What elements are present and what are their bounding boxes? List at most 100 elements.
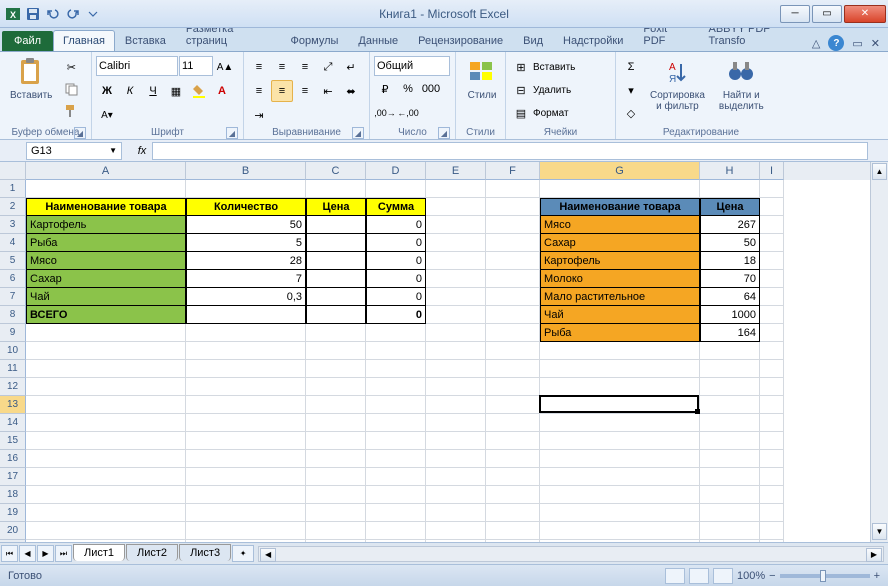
delete-cells-icon[interactable]: ⊟ (510, 79, 532, 101)
sheet-tab-1[interactable]: Лист1 (73, 544, 125, 561)
cell[interactable] (486, 450, 540, 468)
decrease-font-icon[interactable]: A▾ (96, 104, 118, 126)
scroll-up-icon[interactable]: ▲ (872, 163, 887, 180)
cell[interactable] (426, 252, 486, 270)
cell[interactable] (186, 324, 306, 342)
cell[interactable] (306, 450, 366, 468)
cell[interactable] (26, 432, 186, 450)
align-top-icon[interactable]: ≡ (248, 56, 270, 78)
merge-icon[interactable]: ⬌ (340, 80, 362, 102)
format-painter-icon[interactable] (60, 100, 82, 122)
new-sheet-icon[interactable]: ✦ (232, 545, 254, 562)
cell[interactable] (26, 360, 186, 378)
cell[interactable] (540, 450, 700, 468)
cell[interactable]: Сахар (26, 270, 186, 288)
cell[interactable] (26, 342, 186, 360)
styles-button[interactable]: Стили (460, 54, 504, 103)
cell[interactable] (760, 360, 784, 378)
cell[interactable] (426, 414, 486, 432)
insert-cells-icon[interactable]: ⊞ (510, 56, 532, 78)
cell[interactable] (760, 288, 784, 306)
decrease-decimal-icon[interactable]: ←,00 (397, 102, 419, 124)
vertical-scrollbar[interactable]: ▲ ▼ (870, 162, 888, 542)
copy-icon[interactable] (60, 78, 82, 100)
cell[interactable] (426, 324, 486, 342)
border-icon[interactable]: ▦ (165, 80, 187, 102)
comma-icon[interactable]: 000 (420, 78, 442, 100)
cell[interactable] (306, 540, 366, 542)
cell[interactable] (306, 342, 366, 360)
row-header-19[interactable]: 19 (0, 504, 26, 522)
zoom-level[interactable]: 100% (737, 570, 765, 582)
cell[interactable] (760, 414, 784, 432)
cell[interactable] (426, 504, 486, 522)
cell[interactable] (426, 486, 486, 504)
excel-app-icon[interactable]: X (4, 5, 22, 23)
cell[interactable] (540, 486, 700, 504)
cell[interactable] (426, 378, 486, 396)
qat-customize-icon[interactable] (84, 5, 102, 23)
cell[interactable] (700, 468, 760, 486)
cell[interactable] (486, 486, 540, 504)
clipboard-launcher-icon[interactable]: ◢ (74, 127, 86, 139)
minimize-ribbon-icon[interactable]: △ (812, 37, 820, 50)
cell[interactable] (426, 360, 486, 378)
cell[interactable]: 267 (700, 216, 760, 234)
format-cells-label[interactable]: Формат (533, 108, 569, 119)
cell[interactable] (306, 216, 366, 234)
cell[interactable] (306, 522, 366, 540)
cell[interactable]: 0,3 (186, 288, 306, 306)
align-middle-icon[interactable]: ≡ (271, 56, 293, 78)
cell[interactable] (366, 540, 426, 542)
italic-button[interactable]: К (119, 80, 141, 102)
cell[interactable] (486, 378, 540, 396)
cell[interactable] (760, 396, 784, 414)
page-layout-view-icon[interactable] (689, 568, 709, 584)
cell[interactable] (306, 324, 366, 342)
cell[interactable]: Цена (306, 198, 366, 216)
cell[interactable]: Рыба (540, 324, 700, 342)
cell[interactable] (366, 468, 426, 486)
cell[interactable] (760, 450, 784, 468)
cell[interactable]: 64 (700, 288, 760, 306)
cell[interactable] (426, 396, 486, 414)
cell[interactable]: Мясо (540, 216, 700, 234)
save-icon[interactable] (24, 5, 42, 23)
select-all-corner[interactable] (0, 162, 26, 180)
cell[interactable] (760, 432, 784, 450)
cell[interactable] (26, 396, 186, 414)
row-header-10[interactable]: 10 (0, 342, 26, 360)
cell[interactable] (26, 486, 186, 504)
cell[interactable]: 0 (366, 216, 426, 234)
cell[interactable]: 164 (700, 324, 760, 342)
cell[interactable] (306, 414, 366, 432)
cell[interactable] (760, 342, 784, 360)
tab-formulas[interactable]: Формулы (281, 30, 349, 51)
increase-decimal-icon[interactable]: ,00→ (374, 102, 396, 124)
cell[interactable] (426, 468, 486, 486)
cell[interactable] (306, 432, 366, 450)
cell[interactable] (760, 468, 784, 486)
maximize-button[interactable]: ▭ (812, 5, 842, 23)
cell[interactable] (426, 234, 486, 252)
col-header-B[interactable]: B (186, 162, 306, 180)
cell[interactable]: 1000 (700, 306, 760, 324)
zoom-slider[interactable] (780, 574, 870, 578)
cell[interactable] (26, 540, 186, 542)
cell[interactable] (540, 432, 700, 450)
row-header-3[interactable]: 3 (0, 216, 26, 234)
cell[interactable] (306, 288, 366, 306)
cell[interactable] (540, 180, 700, 198)
font-launcher-icon[interactable]: ◢ (226, 127, 238, 139)
row-header-20[interactable]: 20 (0, 522, 26, 540)
cell[interactable] (26, 504, 186, 522)
col-header-I[interactable]: I (760, 162, 784, 180)
cell[interactable]: 7 (186, 270, 306, 288)
name-box[interactable]: G13▼ (26, 142, 122, 160)
align-left-icon[interactable]: ≡ (248, 80, 270, 102)
cell[interactable]: 18 (700, 252, 760, 270)
sheet-tab-3[interactable]: Лист3 (179, 544, 231, 561)
col-header-E[interactable]: E (426, 162, 486, 180)
cell[interactable] (700, 378, 760, 396)
fill-color-icon[interactable] (188, 80, 210, 102)
